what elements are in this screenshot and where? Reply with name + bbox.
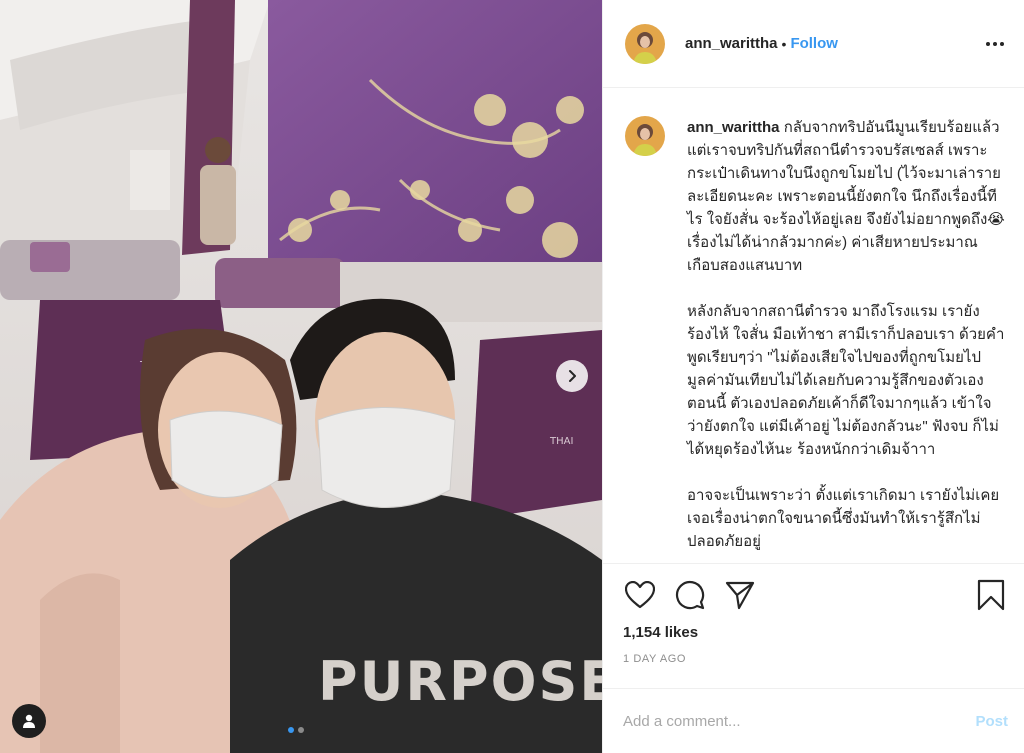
caption-paragraph-1: กลับจากทริปอันนีมูนเรียบร้อยแล้ว แต่เราจ… <box>687 119 1005 274</box>
like-button[interactable] <box>623 578 657 612</box>
chevron-right-icon <box>569 370 576 382</box>
profile-photo <box>625 23 665 64</box>
seat-logo-text-right: THAI <box>549 436 573 447</box>
paper-plane-icon <box>725 581 755 610</box>
comment-icon <box>676 581 705 610</box>
likes-count[interactable]: 1,154 likes <box>623 624 1008 641</box>
user-tag-icon <box>23 714 35 728</box>
heart-icon <box>625 581 655 609</box>
follow-button[interactable]: Follow <box>790 35 838 52</box>
tagged-users-button[interactable] <box>12 704 46 738</box>
hoodie-print-text: PURPOSE <box>318 650 602 713</box>
comment-button[interactable] <box>673 578 707 612</box>
more-dot <box>986 41 990 46</box>
action-bar <box>623 578 1008 612</box>
bookmark-icon <box>977 579 1005 611</box>
post-header: ann_warittha • Follow <box>603 0 1024 88</box>
caption-username[interactable]: ann_warittha <box>687 119 780 136</box>
share-button[interactable] <box>723 578 757 612</box>
cabin-selfie-image: THAI THAI PURPOSE <box>0 0 602 753</box>
post-comment-button[interactable]: Post <box>975 713 1008 730</box>
comment-form: Post <box>603 688 1024 753</box>
comment-input[interactable] <box>623 712 976 730</box>
post-side-panel: ann_warittha • Follow ann_warittha กลับจ… <box>602 0 1024 753</box>
caption-text: ann_warittha กลับจากทริปอันนีมูนเรียบร้อ… <box>687 116 1008 563</box>
profile-photo <box>625 116 665 156</box>
carousel-dot-2 <box>298 727 304 733</box>
actions-area: 1,154 likes 1 DAY AGO <box>603 563 1024 693</box>
instagram-post: THAI THAI PURPOSE <box>0 0 1024 753</box>
carousel-indicator <box>288 727 304 733</box>
caption-area[interactable]: ann_warittha กลับจากทริปอันนีมูนเรียบร้อ… <box>603 88 1024 563</box>
post-timestamp[interactable]: 1 DAY AGO <box>623 653 1008 665</box>
more-dot <box>993 41 997 46</box>
caption-paragraph: ann_warittha กลับจากทริปอันนีมูนเรียบร้อ… <box>687 116 1008 277</box>
carousel-next-button[interactable] <box>556 360 588 392</box>
avatar[interactable] <box>625 23 665 64</box>
separator-dot: • <box>781 35 787 52</box>
more-dot <box>1000 41 1004 46</box>
header-username[interactable]: ann_warittha <box>685 35 778 52</box>
caption-avatar[interactable] <box>625 116 665 156</box>
caption-paragraph-3: อาจจะเป็นเพราะว่า ตั้งแต่เราเกิดมา เรายั… <box>687 487 1000 550</box>
caption-paragraph-2: หลังกลับจากสถานีตำรวจ มาถึงโรงแรม เรายัง… <box>687 303 1005 458</box>
carousel-dot-1 <box>288 727 294 733</box>
more-options-icon[interactable] <box>982 36 1008 52</box>
post-photo[interactable]: THAI THAI PURPOSE <box>0 0 602 753</box>
save-button[interactable] <box>974 578 1008 612</box>
